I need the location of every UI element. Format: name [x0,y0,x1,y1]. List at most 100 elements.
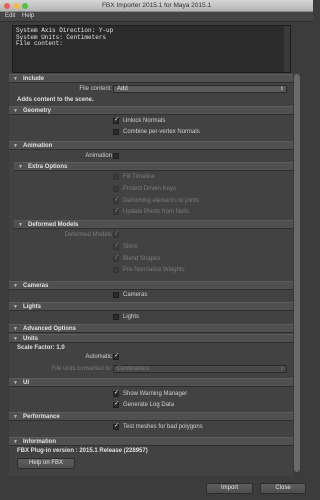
log-scrollbar[interactable] [284,26,290,72]
unlock-normals-checkbox[interactable]: ✓ [113,117,120,124]
title-bar: FBX Importer 2015.1 for Maya 2015.1 [0,0,313,12]
show-warning-manager-label: Show Warning Manager [123,391,188,397]
scrollbar-thumb[interactable] [294,74,300,472]
animation-label: Animation [85,153,112,159]
prenormalize-weights-checkbox[interactable] [113,267,119,273]
section-performance-header[interactable]: ▼ Performance [9,412,293,421]
expand-arrow-icon: ▼ [13,439,18,445]
section-title: Units [23,336,38,342]
deforming-elements-label: Deforming elements to joints [123,198,200,204]
automatic-label: Automatic [85,354,112,360]
section-lights-header[interactable]: ▼ Lights [9,302,293,311]
adds-content-text: Adds content to the scene. [17,97,94,103]
prenormalize-weights-label: Pre-Normalize Weights [123,267,185,273]
import-button[interactable]: Import [206,483,253,494]
skins-checkbox[interactable]: ✓ [113,243,120,250]
section-deformed-models-header[interactable]: ▼ Deformed Models [14,220,293,229]
section-title: Cameras [23,283,49,289]
cameras-checkbox[interactable] [113,292,119,298]
section-cameras-header[interactable]: ▼ Cameras [9,281,293,290]
expand-arrow-icon: ▼ [13,108,18,114]
menu-edit[interactable]: Edit [5,13,15,19]
cameras-label: Cameras [123,292,148,298]
combine-normals-label: Combine per-vertex Normals [123,129,200,135]
show-warning-manager-checkbox[interactable]: ✓ [113,390,120,397]
lights-checkbox[interactable] [113,314,119,320]
section-title: Advanced Options [23,326,77,332]
check-icon: ✓ [114,117,120,123]
check-icon: ✓ [114,197,120,203]
animation-checkbox[interactable] [113,153,119,159]
expand-arrow-icon: ▼ [13,380,18,386]
update-pivots-checkbox[interactable]: ✓ [113,208,120,215]
deformed-models-checkbox[interactable]: ✓ [113,231,120,238]
section-title: UI [23,380,29,386]
check-icon: ✓ [114,231,120,237]
deforming-elements-checkbox[interactable]: ✓ [113,197,120,204]
check-icon: ✓ [114,390,120,396]
check-icon: ✓ [114,243,120,249]
dropdown-value: Centimeters [117,366,150,372]
options-scrollbar[interactable] [293,74,301,476]
file-units-dropdown[interactable]: Centimeters ⇕ [113,365,287,373]
protect-driven-keys-checkbox[interactable] [113,186,119,192]
update-pivots-label: Update Pivots from Nulls [123,209,190,215]
scale-factor-text: Scale Factor: 1.0 [17,345,65,351]
section-title: Animation [23,143,53,149]
unlock-normals-label: Unlock Normals [123,118,166,124]
section-information-header[interactable]: ▼ Information [9,437,293,446]
skins-label: Skins [123,244,138,250]
help-on-fbx-button[interactable]: Help on FBX [17,458,75,469]
blend-shapes-checkbox[interactable]: ✓ [113,255,120,262]
generate-log-data-label: Generate Log Data [123,402,175,408]
check-icon: ✓ [114,353,120,359]
expand-arrow-icon: ▼ [13,414,18,420]
file-content-label: File content: [79,86,112,92]
section-title: Performance [23,414,60,420]
section-title: Lights [23,304,41,310]
plugin-version-text: FBX Plug-in version : 2015.1 Release (22… [17,448,148,454]
automatic-checkbox[interactable]: ✓ [113,353,120,360]
fill-timeline-checkbox[interactable] [113,174,119,180]
dialog-footer: Import Close [0,478,313,500]
menu-help[interactable]: Help [22,13,34,19]
expand-arrow-icon: ▼ [13,336,18,342]
dropdown-value: Add [117,86,128,92]
test-meshes-label: Test meshes for bad polygons [123,424,203,430]
section-title: Deformed Models [28,222,79,228]
section-units-header[interactable]: ▼ Units [9,334,293,343]
section-title: Geometry [23,108,52,114]
section-title: Information [23,439,56,445]
section-geometry-header[interactable]: ▼ Geometry [9,106,293,115]
expand-arrow-icon: ▼ [13,283,18,289]
expand-arrow-icon: ▼ [13,76,18,82]
check-icon: ✓ [114,401,120,407]
combine-normals-checkbox[interactable] [113,129,119,135]
check-icon: ✓ [114,423,120,429]
blend-shapes-label: Blend Shapes [123,256,161,262]
window-title: FBX Importer 2015.1 for Maya 2015.1 [101,2,212,9]
log-output[interactable]: System Axis Direction: Y-up System Units… [12,25,291,73]
expand-arrow-icon: ▼ [13,326,18,332]
section-extra-options-header[interactable]: ▼ Extra Options [14,162,293,171]
check-icon: ✓ [114,208,120,214]
expand-arrow-icon: ▼ [13,304,18,310]
check-icon: ✓ [114,255,120,261]
file-units-converted-label: File units converted to: [51,366,112,372]
menu-bar: Edit Help [0,12,313,22]
expand-arrow-icon: ▼ [18,164,23,170]
close-button[interactable]: Close [260,483,306,494]
file-content-dropdown[interactable]: Add ⇕ [113,85,287,93]
expand-arrow-icon: ▼ [18,222,23,228]
fill-timeline-label: Fill Timeline [123,174,155,180]
section-title: Extra Options [28,164,68,170]
generate-log-data-checkbox[interactable]: ✓ [113,401,120,408]
log-line: File content: [16,40,63,47]
test-meshes-checkbox[interactable]: ✓ [113,423,120,430]
lights-label: Lights [123,314,140,320]
section-title: Include [23,76,45,82]
section-include-header[interactable]: ▼ Include [9,74,293,83]
section-advanced-options-header[interactable]: ▼ Advanced Options [9,324,293,333]
section-ui-header[interactable]: ▼ UI [9,378,293,387]
section-animation-header[interactable]: ▼ Animation [9,141,293,150]
